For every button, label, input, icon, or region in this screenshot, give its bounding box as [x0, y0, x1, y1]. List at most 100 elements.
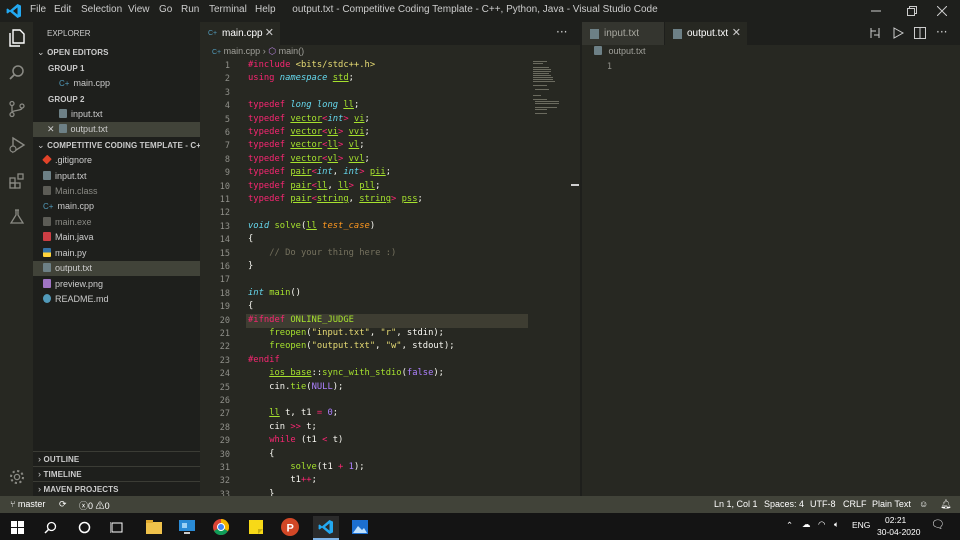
input-language[interactable]: ENG: [852, 520, 870, 530]
file-main-class[interactable]: Main.class: [33, 184, 200, 199]
start-button[interactable]: [6, 516, 28, 538]
encoding[interactable]: UTF-8: [810, 499, 836, 509]
testing-activity[interactable]: [4, 204, 29, 229]
menu-help[interactable]: Help: [255, 4, 276, 15]
maven-header[interactable]: › MAVEN PROJECTS: [33, 481, 200, 496]
file-input-txt[interactable]: input.txt: [33, 169, 200, 184]
line-endings[interactable]: CRLF: [843, 499, 867, 509]
code-token: t;: [300, 421, 317, 432]
compare-icon[interactable]: [869, 27, 881, 39]
taskbar-search[interactable]: [39, 516, 61, 538]
outline-header[interactable]: › OUTLINE: [33, 451, 200, 466]
code-editor-output-txt[interactable]: 1: [582, 59, 960, 496]
tray-wifi-icon[interactable]: ◠: [818, 519, 825, 530]
taskbar-vscode[interactable]: [313, 516, 339, 540]
code-line: }: [248, 489, 274, 496]
file-readme-md[interactable]: README.md: [33, 292, 200, 307]
bell-icon[interactable]: 🔔︎: [940, 499, 951, 510]
taskbar-control-panel[interactable]: [176, 516, 198, 538]
scroll-indicator: [571, 184, 579, 186]
sync-icon[interactable]: ⟳: [59, 499, 67, 510]
close-icon[interactable]: ✕: [265, 22, 274, 45]
project-folder-header[interactable]: ⌄ COMPETITIVE CODING TEMPLATE - C+...: [33, 138, 208, 153]
minimize-button[interactable]: [858, 0, 894, 22]
taskbar-app-p[interactable]: P: [279, 516, 301, 538]
breadcrumb-file[interactable]: main.cpp: [224, 46, 261, 56]
minimap[interactable]: [531, 59, 576, 119]
open-editor-input-txt[interactable]: input.txt: [33, 107, 200, 122]
menu-view[interactable]: View: [128, 4, 150, 15]
tab-main-cpp[interactable]: C+ main.cpp ✕: [200, 22, 280, 45]
file-main-cpp[interactable]: C+ main.cpp: [33, 199, 200, 214]
menu-run[interactable]: Run: [181, 4, 199, 15]
cursor-position[interactable]: Ln 1, Col 1: [714, 499, 758, 509]
line-number: 29: [219, 436, 230, 447]
code-editor-main-cpp[interactable]: 1 #include <bits/stdc++.h> 2 using namespac…: [200, 59, 580, 496]
breadcrumb-file[interactable]: output.txt: [609, 46, 646, 56]
source-control-activity[interactable]: [4, 96, 29, 121]
code-token: ,: [369, 328, 381, 338]
code-token: "w": [385, 341, 402, 352]
task-view-button[interactable]: [106, 516, 128, 538]
menu-terminal[interactable]: Terminal: [209, 4, 247, 15]
tab-input-txt[interactable]: input.txt: [582, 22, 664, 45]
line-number: 22: [219, 342, 230, 353]
code-token: cin: [248, 421, 291, 432]
indentation[interactable]: Spaces: 4: [764, 499, 804, 509]
code-token: vi: [353, 113, 365, 124]
file-gitignore[interactable]: .gitignore: [33, 153, 200, 168]
cortana-button[interactable]: [73, 516, 95, 538]
clock-date[interactable]: 30-04-2020: [877, 527, 920, 537]
split-editor-icon[interactable]: [914, 27, 926, 39]
file-main-exe[interactable]: main.exe: [33, 215, 200, 230]
taskbar-sticky-notes[interactable]: [245, 516, 267, 538]
menu-selection[interactable]: Selection: [81, 4, 122, 15]
run-debug-activity[interactable]: [4, 132, 29, 157]
close-window-button[interactable]: [924, 0, 960, 22]
explorer-activity[interactable]: [4, 25, 29, 50]
chrome-icon: [213, 519, 229, 535]
file-label: Main.class: [55, 186, 98, 196]
search-activity[interactable]: [4, 60, 29, 85]
extensions-activity[interactable]: [4, 168, 29, 193]
line-number: 32: [219, 476, 230, 487]
timeline-header[interactable]: › TIMELINE: [33, 466, 200, 481]
line-number: 19: [219, 302, 230, 313]
menu-file[interactable]: File: [30, 4, 46, 15]
taskbar-chrome[interactable]: [210, 516, 232, 538]
text-file-icon: [594, 46, 602, 55]
file-preview-png[interactable]: preview.png: [33, 277, 200, 292]
more-actions-icon[interactable]: ···: [556, 25, 567, 39]
problems-status[interactable]: ⓧ0 ⚠0: [79, 499, 110, 512]
branch-status[interactable]: ⑂ master: [10, 499, 45, 509]
menu-edit[interactable]: Edit: [54, 4, 71, 15]
open-editors-header[interactable]: ⌄ OPEN EDITORS: [33, 45, 200, 60]
file-main-java[interactable]: Main.java: [33, 230, 200, 245]
feedback-icon[interactable]: ☺: [919, 499, 928, 509]
code-token: {: [248, 448, 275, 459]
breadcrumb-symbol[interactable]: main(): [279, 46, 305, 56]
clock-time[interactable]: 02:21: [885, 515, 906, 525]
tab-output-txt[interactable]: output.txt ✕: [665, 22, 747, 45]
flask-icon: [9, 208, 24, 224]
taskbar-file-explorer[interactable]: [143, 516, 165, 538]
taskbar-photos[interactable]: [349, 516, 371, 538]
file-main-py[interactable]: main.py: [33, 246, 200, 261]
line-number: 27: [219, 409, 230, 420]
run-icon[interactable]: [892, 27, 904, 39]
tray-network-icon[interactable]: ☁: [802, 519, 811, 530]
menu-go[interactable]: Go: [159, 4, 172, 15]
language-mode[interactable]: Plain Text: [872, 499, 911, 509]
open-editor-main-cpp[interactable]: C+ main.cpp: [33, 76, 200, 91]
code-token: ,: [348, 194, 360, 204]
file-label: input.txt: [55, 171, 87, 181]
more-actions-icon[interactable]: ···: [936, 25, 947, 39]
file-output-txt[interactable]: output.txt: [33, 261, 200, 276]
tray-chevron-up-icon[interactable]: ⌃: [786, 520, 793, 531]
tray-volume-icon[interactable]: 🔈︎: [834, 519, 839, 530]
close-icon[interactable]: ✕: [47, 124, 55, 134]
close-icon[interactable]: ✕: [732, 22, 741, 45]
notification-icon[interactable]: 🗨︎: [931, 518, 945, 531]
manage-activity[interactable]: [4, 464, 29, 489]
open-editor-output-txt[interactable]: ✕ output.txt: [33, 122, 200, 137]
